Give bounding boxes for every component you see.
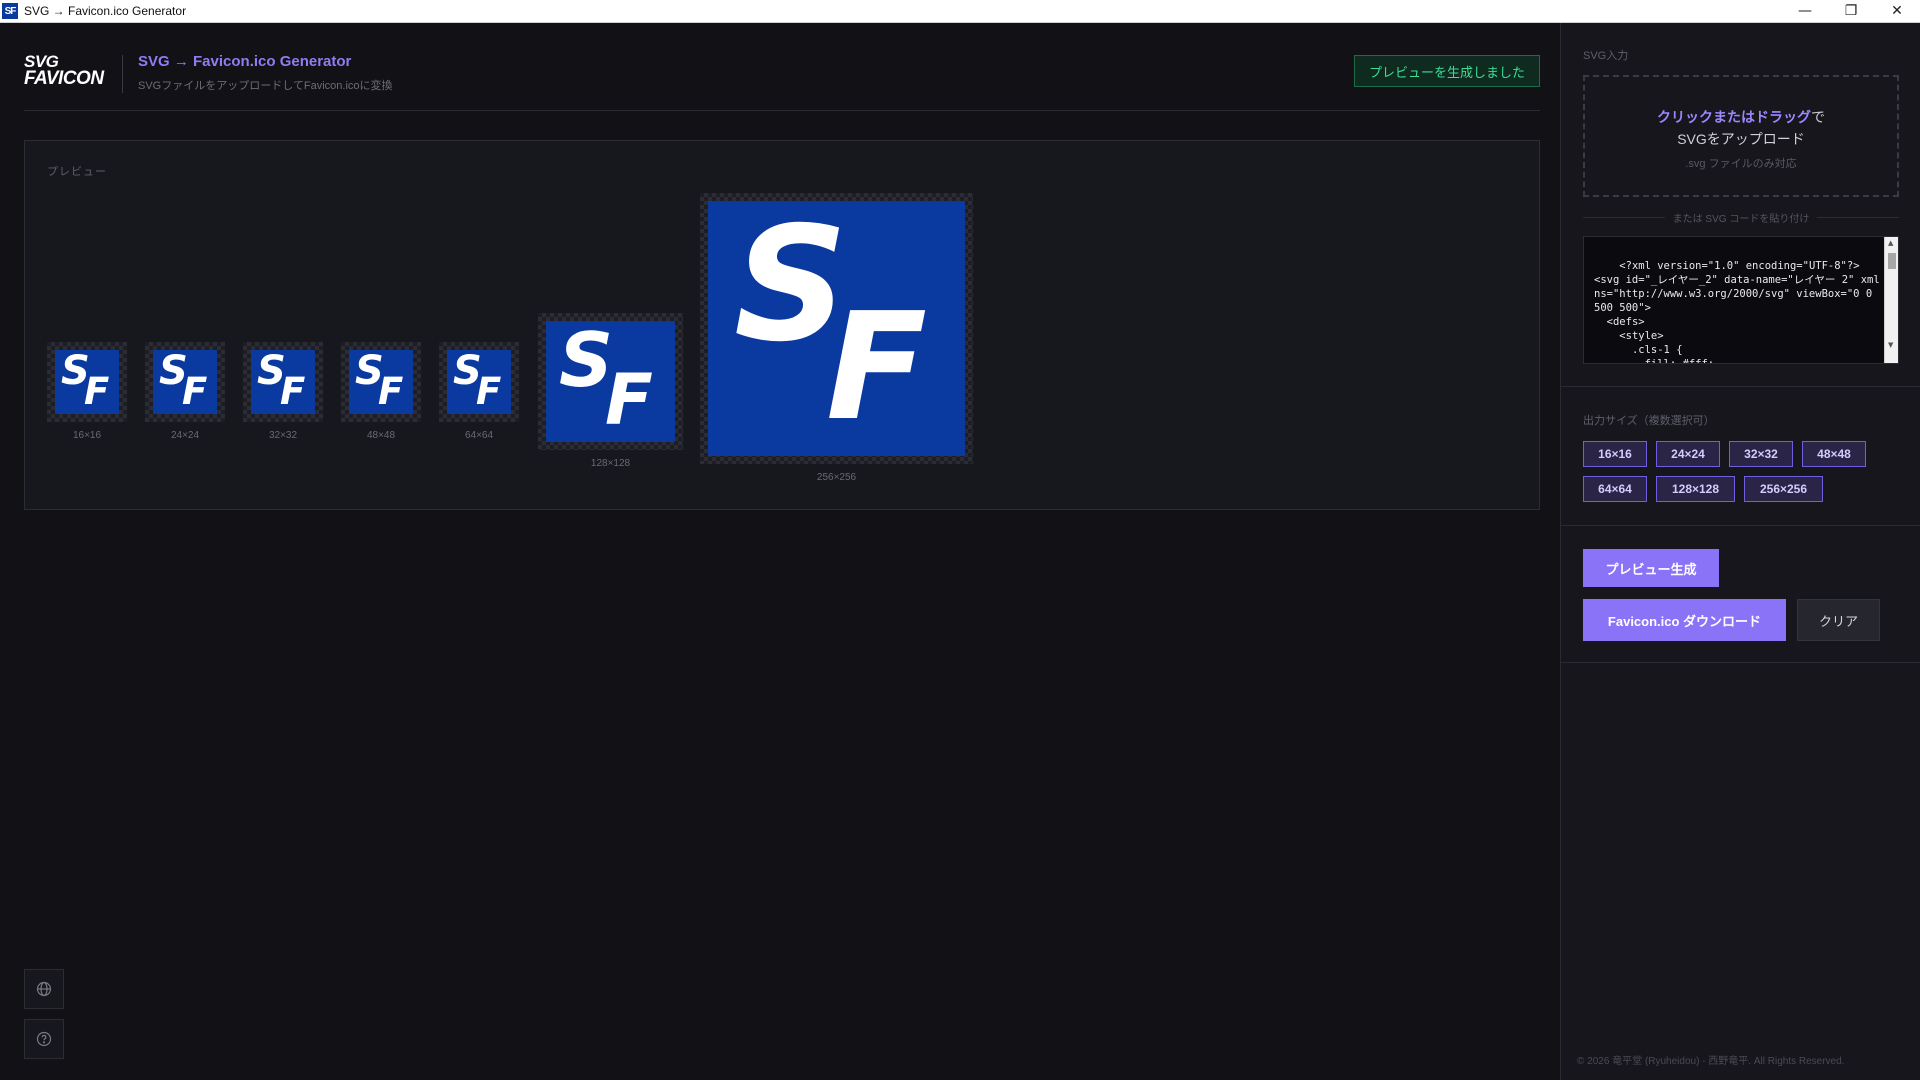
output-size-label: 出力サイズ（複数選択可）: [1583, 415, 1715, 427]
language-button[interactable]: [24, 969, 64, 1009]
window-titlebar: SF SVG → Favicon.ico Generator — ❐ ✕: [0, 0, 1920, 23]
globe-icon: [36, 981, 52, 997]
favicon-tile: SF: [251, 350, 315, 414]
favicon-tile: SF: [55, 350, 119, 414]
tile-letter-f: F: [182, 370, 208, 413]
preview-thumbnail: SF: [47, 342, 127, 422]
scroll-up-icon[interactable]: ▲: [1888, 239, 1893, 247]
sidebar-divider: [1561, 386, 1920, 387]
svg-code-text: <?xml version="1.0" encoding="UTF-8"?> <…: [1594, 260, 1880, 364]
minimize-button[interactable]: —: [1782, 0, 1828, 23]
header: SVG FAVICON SVG → Favicon.ico Generator …: [24, 23, 1540, 111]
status-badge: プレビューを生成しました: [1353, 55, 1540, 87]
svg-input-label: SVG入力: [1583, 50, 1629, 62]
preview-size-caption: 64×64: [464, 430, 494, 441]
preview-size-caption: 128×128: [590, 458, 631, 469]
size-toggle-16[interactable]: 16×16: [1583, 441, 1647, 467]
main-area: SVG FAVICON SVG → Favicon.ico Generator …: [0, 23, 1560, 1080]
restore-button[interactable]: ❐: [1828, 0, 1874, 23]
size-toggle-64[interactable]: 64×64: [1583, 476, 1647, 502]
sidebar-divider: [1561, 662, 1920, 663]
logo-line2: FAVICON: [24, 68, 104, 89]
page-subtitle: SVGファイルをアップロードしてFavicon.icoに変換: [138, 80, 393, 92]
dropzone-accent-text: クリックまたはドラッグ: [1657, 109, 1811, 125]
paste-label: または SVG コードを貼り付け: [1672, 213, 1810, 225]
favicon-tile: SF: [708, 201, 965, 456]
preview-label: プレビュー: [47, 166, 107, 178]
preview-generate-button[interactable]: プレビュー生成: [1583, 549, 1719, 587]
help-button[interactable]: [24, 1019, 64, 1059]
favicon-tile: SF: [349, 350, 413, 414]
logo: SVG FAVICON: [24, 53, 112, 93]
tile-letter-f: F: [84, 370, 110, 413]
preview-size-caption: 24×24: [170, 430, 200, 441]
preview-size-caption: 48×48: [366, 430, 396, 441]
size-toggle-32[interactable]: 32×32: [1729, 441, 1793, 467]
download-favicon-button[interactable]: Favicon.ico ダウンロード: [1583, 599, 1786, 641]
favicon-tile: SF: [153, 350, 217, 414]
logo-divider: [122, 55, 123, 93]
favicon-tile: SF: [546, 321, 675, 442]
tile-letter-f: F: [280, 370, 306, 413]
preview-size-caption: 256×256: [816, 472, 857, 483]
preview-panel: プレビュー S F 16×16 S F 24×24 S F 32×32 S F 48×48 S F 64×6…: [24, 140, 1540, 510]
close-button[interactable]: ✕: [1874, 0, 1920, 23]
size-toggle-128[interactable]: 128×128: [1656, 476, 1735, 502]
tile-letter-f: F: [605, 359, 653, 441]
app-icon: SF: [2, 3, 18, 19]
page-title: SVG → Favicon.ico Generator: [138, 53, 352, 70]
tile-letter-f: F: [378, 370, 404, 413]
preview-thumbnail: SF: [538, 313, 683, 450]
footer-copyright: © 2026 竜平堂 (Ryuheidou) - 西野竜平. All Right…: [1577, 1056, 1845, 1067]
svg-code-textarea[interactable]: <?xml version="1.0" encoding="UTF-8"?> <…: [1583, 236, 1899, 364]
preview-size-caption: 32×32: [268, 430, 298, 441]
code-scrollbar[interactable]: ▲ ▼: [1884, 237, 1898, 363]
sidebar-divider: [1561, 525, 1920, 526]
paste-divider: または SVG コードを貼り付け: [1583, 210, 1899, 225]
dropzone-hint: .svg ファイルのみ対応: [1685, 158, 1797, 170]
sidebar: SVG入力 クリックまたはドラッグで SVGをアップロード .svg ファイルの…: [1560, 23, 1920, 1080]
dropzone-suffix: で: [1811, 109, 1825, 125]
size-toggle-256[interactable]: 256×256: [1744, 476, 1823, 502]
dropzone-line2: SVGをアップロード: [1677, 131, 1805, 147]
clear-button[interactable]: クリア: [1797, 599, 1880, 641]
size-toggle-48[interactable]: 48×48: [1802, 441, 1866, 467]
scroll-down-icon[interactable]: ▼: [1888, 341, 1893, 349]
preview-thumbnail: SF: [700, 193, 973, 464]
size-toggle-24[interactable]: 24×24: [1656, 441, 1720, 467]
preview-thumbnail: SF: [145, 342, 225, 422]
help-icon: [36, 1031, 52, 1047]
preview-thumbnail: SF: [341, 342, 421, 422]
scrollbar-thumb[interactable]: [1888, 253, 1896, 269]
svg-dropzone[interactable]: クリックまたはドラッグで SVGをアップロード .svg ファイルのみ対応: [1583, 75, 1899, 197]
preview-thumbnail: SF: [243, 342, 323, 422]
preview-size-caption: 16×16: [72, 430, 102, 441]
favicon-tile: SF: [447, 350, 511, 414]
tile-letter-f: F: [826, 281, 928, 453]
tile-letter-f: F: [476, 370, 502, 413]
window-title: SVG → Favicon.ico Generator: [24, 4, 187, 18]
preview-thumbnail: SF: [439, 342, 519, 422]
